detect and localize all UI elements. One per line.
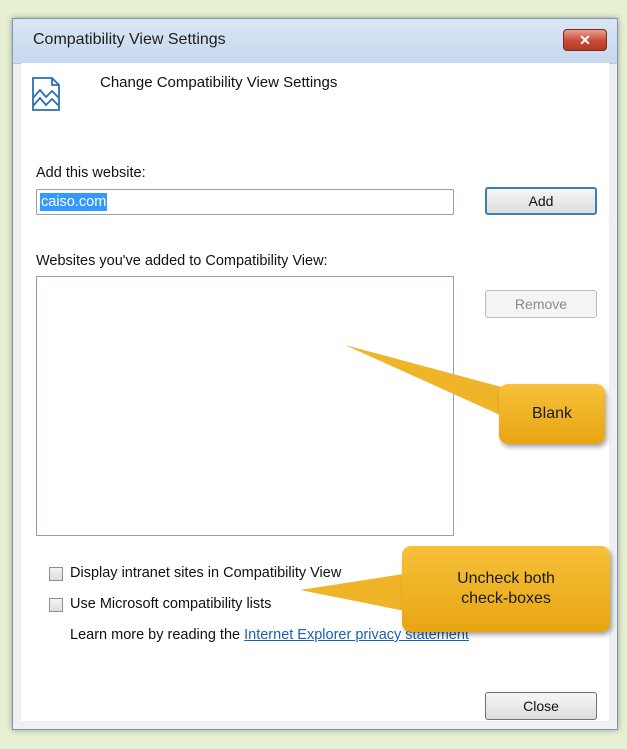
- blank-callout: Blank: [499, 384, 605, 444]
- uncheck-callout: Uncheck both check-boxes: [402, 546, 610, 632]
- uncheck-callout-line1: Uncheck both: [457, 570, 555, 587]
- uncheck-callout-line2: check-boxes: [461, 590, 551, 607]
- uncheck-callout-pointer: [300, 573, 410, 612]
- blank-callout-text: Blank: [531, 405, 573, 422]
- callout-pointers: [300, 345, 520, 612]
- blank-callout-pointer: [345, 345, 520, 424]
